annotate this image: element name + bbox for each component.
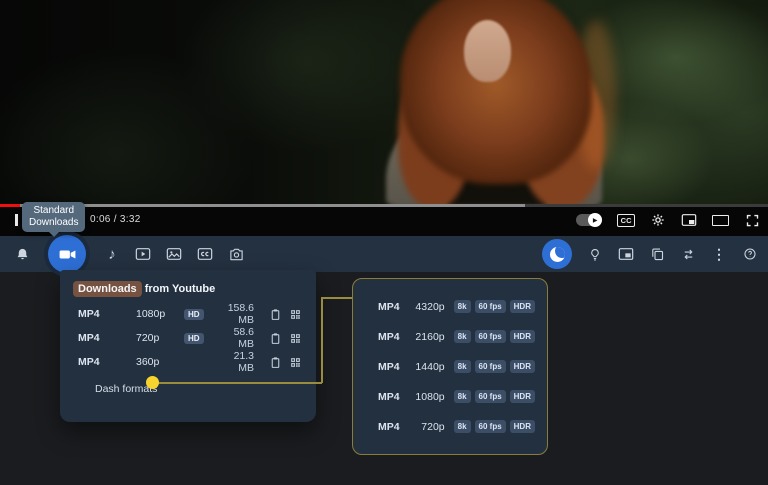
dash-row-2160p[interactable]: MP4 2160p 8k 60 fps HDR — [365, 330, 535, 343]
camcorder-icon — [58, 245, 77, 264]
format-label: MP4 — [365, 391, 412, 403]
badge-hdr: HDR — [510, 360, 535, 373]
dash-row-720p[interactable]: MP4 720p 8k 60 fps HDR — [365, 420, 535, 433]
filesize-label: 58.6 MB — [220, 326, 262, 350]
miniplayer-icon[interactable] — [681, 212, 697, 228]
captions-icon[interactable]: CC — [617, 214, 635, 227]
dark-mode-button[interactable] — [542, 239, 572, 269]
badge-hdr: HDR — [510, 330, 535, 343]
downloads-panel-title: Downloads from Youtube — [78, 283, 302, 295]
fullscreen-icon[interactable] — [744, 212, 760, 228]
badge-8k: 8k — [454, 360, 471, 373]
theater-mode-icon[interactable] — [712, 215, 729, 226]
hd-badge: HD — [184, 309, 204, 320]
quality-label: 4320p — [412, 301, 445, 313]
crescent-moon-icon — [550, 247, 565, 262]
qr-code-icon[interactable] — [289, 332, 302, 345]
badge-8k: 8k — [454, 420, 471, 433]
quality-label: 1080p — [136, 308, 184, 320]
screenshot-camera-icon[interactable] — [228, 246, 244, 262]
clipboard-icon[interactable] — [269, 356, 282, 369]
badge-60fps: 60 fps — [475, 420, 506, 433]
badge-60fps: 60 fps — [475, 300, 506, 313]
format-label: MP4 — [78, 356, 136, 368]
repeat-icon[interactable] — [680, 246, 696, 262]
time-display: 0:06 / 3:32 — [90, 214, 141, 225]
badge-8k: 8k — [454, 330, 471, 343]
title-rest: from Youtube — [145, 283, 215, 295]
badge-8k: 8k — [454, 390, 471, 403]
notifications-bell-icon[interactable] — [14, 246, 30, 262]
format-label: MP4 — [365, 331, 412, 343]
quality-label: 2160p — [412, 331, 445, 343]
dash-row-1080p[interactable]: MP4 1080p 8k 60 fps HDR — [365, 390, 535, 403]
dash-formats-toggle-dot[interactable] — [146, 376, 159, 389]
filesize-label: 158.6 MB — [220, 302, 262, 326]
download-row-720p[interactable]: MP4 720p HD 58.6 MB — [78, 326, 302, 350]
dash-formats-panel: MP4 4320p 8k 60 fps HDR MP4 2160p 8k 60 … — [352, 278, 548, 455]
extension-toolbar: ♪ — [0, 236, 768, 272]
tooltip-line1: Standard — [29, 205, 78, 217]
hd-badge: HD — [184, 333, 204, 344]
qr-code-icon[interactable] — [289, 308, 302, 321]
quality-label: 1080p — [412, 391, 445, 403]
clipboard-icon[interactable] — [269, 308, 282, 321]
badge-hdr: HDR — [510, 300, 535, 313]
help-icon[interactable] — [742, 246, 758, 262]
connector-line — [321, 297, 323, 383]
quality-label: 360p — [136, 356, 184, 368]
video-subject-face — [464, 20, 511, 82]
connector-line — [152, 382, 322, 384]
format-label: MP4 — [365, 421, 412, 433]
download-row-1080p[interactable]: MP4 1080p HD 158.6 MB — [78, 302, 302, 326]
standard-downloads-tooltip: Standard Downloads — [22, 202, 85, 232]
autoplay-knob: ▶ — [588, 213, 602, 227]
pause-icon[interactable] — [15, 214, 18, 226]
tooltip-line2: Downloads — [29, 217, 78, 229]
badge-8k: 8k — [454, 300, 471, 313]
format-label: MP4 — [78, 332, 136, 344]
format-label: MP4 — [365, 301, 412, 313]
progress-played — [0, 204, 20, 207]
format-label: MP4 — [78, 308, 136, 320]
downloads-panel: Downloads from Youtube MP4 1080p HD 158.… — [60, 270, 316, 422]
badge-60fps: 60 fps — [475, 390, 506, 403]
copy-stack-icon[interactable] — [649, 246, 665, 262]
badge-60fps: 60 fps — [475, 330, 506, 343]
badge-hdr: HDR — [510, 390, 535, 403]
video-download-button[interactable] — [48, 235, 86, 273]
dash-row-1440p[interactable]: MP4 1440p 8k 60 fps HDR — [365, 360, 535, 373]
clipboard-icon[interactable] — [269, 332, 282, 345]
settings-gear-icon[interactable] — [650, 212, 666, 228]
app-window: 0:06 / 3:32 ▶ CC — [0, 0, 768, 485]
lightbulb-icon[interactable] — [587, 246, 603, 262]
format-label: MP4 — [365, 361, 412, 373]
music-note-icon[interactable]: ♪ — [104, 246, 120, 262]
quality-label: 720p — [136, 332, 184, 344]
image-icon[interactable] — [166, 246, 182, 262]
dash-row-4320p[interactable]: MP4 4320p 8k 60 fps HDR — [365, 300, 535, 313]
connector-line — [321, 297, 352, 299]
badge-60fps: 60 fps — [475, 360, 506, 373]
more-menu-icon[interactable]: ⋮ — [711, 246, 727, 262]
quality-label: 720p — [412, 421, 445, 433]
title-highlight: Downloads — [73, 281, 142, 297]
picture-in-picture-icon[interactable] — [618, 246, 634, 262]
player-control-bar: 0:06 / 3:32 ▶ CC — [0, 204, 768, 236]
download-row-360p[interactable]: MP4 360p 21.3 MB — [78, 350, 302, 374]
subtitles-icon[interactable] — [197, 246, 213, 262]
badge-hdr: HDR — [510, 420, 535, 433]
filesize-label: 21.3 MB — [220, 350, 262, 374]
quality-label: 1440p — [412, 361, 445, 373]
media-box-icon[interactable] — [135, 246, 151, 262]
video-player[interactable] — [0, 0, 768, 204]
qr-code-icon[interactable] — [289, 356, 302, 369]
autoplay-toggle[interactable]: ▶ — [576, 214, 602, 226]
